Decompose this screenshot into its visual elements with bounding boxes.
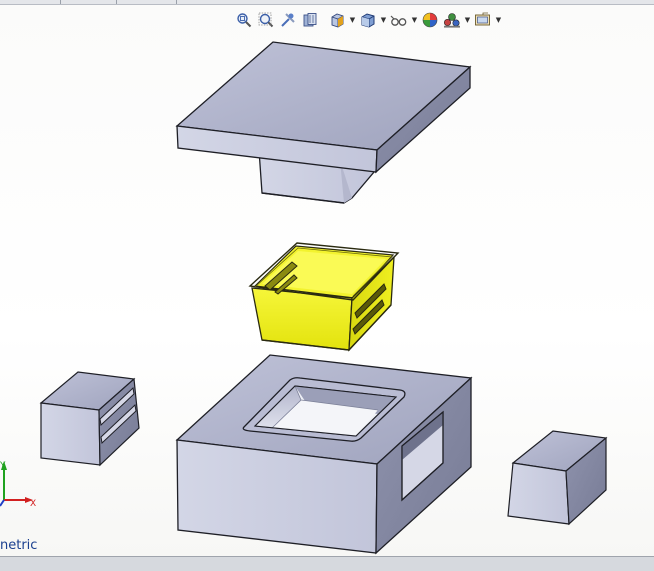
status-bar xyxy=(0,556,654,571)
cavity-block[interactable] xyxy=(175,354,473,555)
core-plate[interactable] xyxy=(175,41,472,204)
left-slider-block[interactable] xyxy=(39,371,140,467)
view-orientation-label: netric xyxy=(0,538,38,553)
graphics-area[interactable]: ▼ ▼ ▼ ▼ ▼ X Y netric xyxy=(0,0,654,556)
basket-part[interactable] xyxy=(248,242,400,352)
model-scene: X Y xyxy=(0,41,608,555)
triad-x-label: X xyxy=(30,499,36,509)
reference-triad: X Y xyxy=(0,461,36,509)
right-slider-block[interactable] xyxy=(507,430,608,526)
triad-y-label: Y xyxy=(0,461,6,471)
